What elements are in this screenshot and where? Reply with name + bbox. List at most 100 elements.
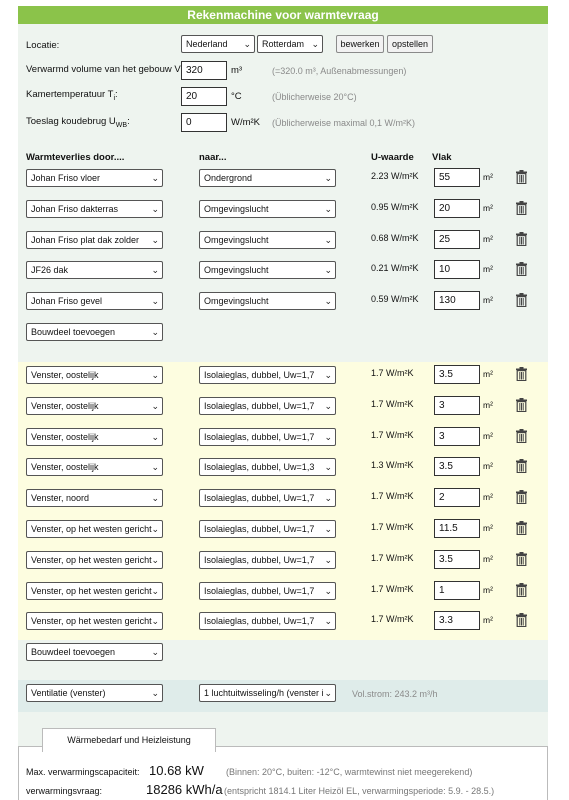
chevron-down-icon: ⌄ [324, 524, 332, 534]
area-input[interactable]: 1 [434, 580, 480, 600]
area-unit: m² [483, 369, 493, 379]
chevron-down-icon: ⌄ [151, 400, 159, 411]
thermal-bridge-label: Toeslag koudebrug UWB: [26, 116, 130, 129]
u-value: 1.7 W/m²K [371, 368, 414, 378]
ventilation-type-select[interactable]: Ventilatie (venster) ⌄ [26, 684, 163, 702]
component-select[interactable]: Venster, op het westen gericht ⌄ [26, 550, 163, 569]
component-select[interactable]: Johan Friso vloer ⌄ [26, 169, 163, 187]
ventilation-rate-select[interactable]: 1 luchtuitwisseling/h (venster i ⌄ [199, 684, 336, 702]
area-unit: m² [483, 399, 493, 410]
area-unit: m² [483, 615, 493, 626]
trash-icon[interactable] [516, 551, 527, 566]
edit-location-button[interactable]: bewerken [336, 35, 384, 53]
trash-icon[interactable] [516, 231, 527, 246]
trash-icon[interactable] [516, 200, 527, 215]
target-select[interactable]: Omgevingslucht ⌄ [199, 292, 336, 311]
volume-hint: (=320.0 m³, Außenabmessungen) [272, 66, 407, 76]
demand-note: (entspricht 1814.1 Liter Heizöl EL, verw… [224, 786, 495, 796]
page-title: Rekenmachine voor warmtevraag [18, 6, 548, 24]
chevron-down-icon: ⌄ [324, 688, 332, 698]
header-to: naar... [199, 152, 227, 163]
area-input[interactable]: 3.5 [434, 365, 480, 384]
u-value: 0.95 W/m²K [371, 201, 419, 212]
area-input[interactable]: 25 [434, 229, 480, 249]
trash-icon[interactable] [516, 613, 527, 628]
area-unit: m² [483, 264, 493, 275]
component-select[interactable]: Johan Friso plat dak zolder ⌄ [26, 230, 163, 249]
capacity-label: Max. verwarmingscapaciteit: [26, 767, 140, 777]
add-component-select[interactable]: Bouwdeel toevoegen ⌄ [26, 323, 163, 341]
area-input[interactable]: 130 [434, 291, 480, 311]
area-input[interactable]: 20 [434, 198, 480, 218]
area-input[interactable]: 55 [434, 168, 480, 187]
target-select[interactable]: Omgevingslucht ⌄ [199, 230, 336, 249]
component-select[interactable]: JF26 dak ⌄ [26, 261, 163, 280]
component-select[interactable]: Venster, op het westen gericht ⌄ [26, 581, 163, 600]
chevron-down-icon: ⌄ [151, 616, 159, 627]
target-select[interactable]: Omgevingslucht ⌄ [199, 261, 336, 280]
area-input[interactable]: 3.5 [434, 549, 480, 569]
area-input[interactable]: 3.5 [434, 457, 480, 477]
u-value: 2.23 W/m²K [371, 171, 419, 181]
component-select[interactable]: Johan Friso gevel ⌄ [26, 292, 163, 311]
area-input[interactable]: 3.3 [434, 611, 480, 631]
trash-icon[interactable] [516, 367, 527, 382]
trash-icon[interactable] [516, 262, 527, 277]
target-select[interactable]: Isolaieglas, dubbel, Uw=1,7 ⌄ [199, 396, 336, 415]
area-unit: m² [483, 553, 493, 564]
trash-icon[interactable] [516, 293, 527, 308]
target-select[interactable]: Isolaieglas, dubbel, Uw=1,7 ⌄ [199, 581, 336, 600]
area-input[interactable]: 3 [434, 426, 480, 446]
target-select[interactable]: Isolaieglas, dubbel, Uw=1,7 ⌄ [199, 489, 336, 508]
area-input[interactable]: 10 [434, 260, 480, 280]
scrollbar[interactable] [560, 20, 566, 120]
component-select[interactable]: Venster, op het westen gericht ⌄ [26, 612, 163, 631]
target-select[interactable]: Isolaieglas, dubbel, Uw=1,7 ⌄ [199, 550, 336, 569]
u-value: 1.7 W/m²K [371, 614, 414, 625]
trash-icon[interactable] [516, 170, 527, 185]
target-select[interactable]: Isolaieglas, dubbel, Uw=1,7 ⌄ [199, 520, 336, 538]
component-select[interactable]: Venster, oostelijk ⌄ [26, 427, 163, 446]
area-input[interactable]: 2 [434, 488, 480, 508]
chevron-down-icon: ⌄ [324, 431, 332, 442]
target-select[interactable]: Ondergrond ⌄ [199, 169, 336, 187]
thermal-bridge-input[interactable]: 0 [181, 113, 227, 132]
setup-location-button[interactable]: opstellen [387, 35, 433, 53]
component-select[interactable]: Venster, oostelijk ⌄ [26, 396, 163, 415]
trash-icon[interactable] [516, 521, 527, 536]
trash-icon[interactable] [516, 582, 527, 597]
u-value: 1.7 W/m²K [371, 398, 414, 409]
component-select[interactable]: Venster, oostelijk ⌄ [26, 458, 163, 477]
trash-icon[interactable] [516, 397, 527, 412]
target-select[interactable]: Isolaieglas, dubbel, Uw=1,7 ⌄ [199, 427, 336, 446]
city-select[interactable]: Rotterdam ⌄ [257, 35, 323, 53]
volume-input[interactable]: 320 [181, 61, 227, 80]
chevron-down-icon: ⌄ [324, 173, 332, 183]
chevron-down-icon: ⌄ [151, 554, 159, 565]
u-value: 1.7 W/m²K [371, 583, 414, 594]
component-select[interactable]: Johan Friso dakterras ⌄ [26, 199, 163, 218]
volume-label: Verwarmd volume van het gebouw Ve: [26, 64, 187, 77]
target-select[interactable]: Isolaieglas, dubbel, Uw=1,7 ⌄ [199, 612, 336, 631]
target-select[interactable]: Omgevingslucht ⌄ [199, 199, 336, 218]
target-select[interactable]: Isolaieglas, dubbel, Uw=1,3 ⌄ [199, 458, 336, 477]
tab-heat-demand[interactable]: Wärmebedarf und Heizleistung [42, 728, 216, 752]
chevron-down-icon: ⌄ [324, 203, 332, 214]
chevron-down-icon: ⌄ [151, 524, 159, 534]
room-temp-input[interactable]: 20 [181, 87, 227, 106]
component-select[interactable]: Venster, oostelijk ⌄ [26, 366, 163, 384]
chevron-down-icon: ⌄ [324, 265, 332, 276]
area-unit: m² [483, 172, 493, 182]
area-input[interactable]: 11.5 [434, 519, 480, 538]
country-select[interactable]: Nederland ⌄ [181, 35, 255, 53]
add-window-select[interactable]: Bouwdeel toevoegen ⌄ [26, 643, 163, 661]
trash-icon[interactable] [516, 428, 527, 443]
component-select[interactable]: Venster, op het westen gericht ⌄ [26, 520, 163, 538]
component-select[interactable]: Venster, noord ⌄ [26, 489, 163, 508]
trash-icon[interactable] [516, 459, 527, 474]
room-temp-hint: (Üblicherweise 20°C) [272, 92, 357, 102]
target-select[interactable]: Isolaieglas, dubbel, Uw=1,7 ⌄ [199, 366, 336, 384]
chevron-down-icon: ⌄ [151, 173, 159, 183]
area-input[interactable]: 3 [434, 395, 480, 415]
trash-icon[interactable] [516, 490, 527, 505]
